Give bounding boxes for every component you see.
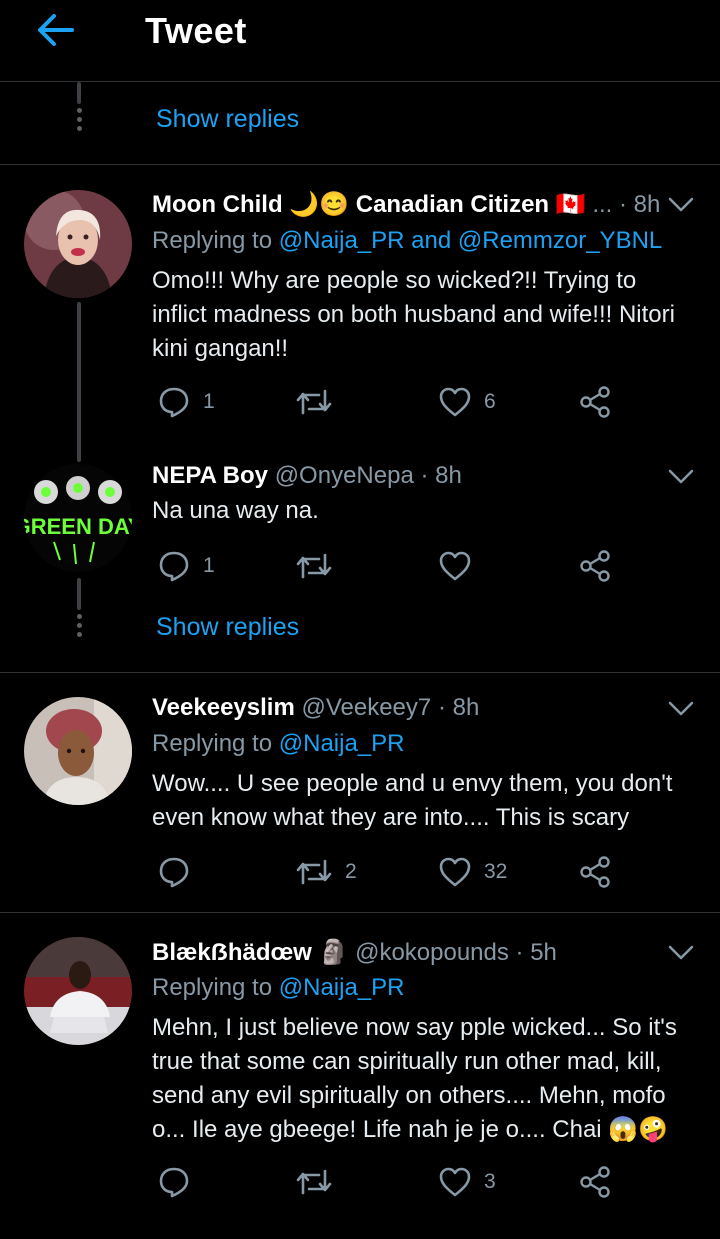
- show-replies-link[interactable]: Show replies: [156, 105, 299, 134]
- display-name[interactable]: Moon Child 🌙😊 Canadian Citizen 🇨🇦: [152, 191, 586, 218]
- like-count: 6: [484, 390, 496, 413]
- share-icon: [580, 386, 610, 418]
- retweet-icon: [296, 553, 332, 579]
- reply-button[interactable]: 1: [157, 549, 215, 583]
- display-name[interactable]: Veekeeyslim: [152, 694, 295, 721]
- tweet-header: Blækẞhädœw 🗿 @kokopounds · 5h: [152, 938, 557, 967]
- tweet-text: Na una way na.: [152, 497, 319, 524]
- retweet-button[interactable]: [295, 1165, 345, 1199]
- replying-to-label: Replying to: [152, 974, 279, 1001]
- retweet-icon: [296, 859, 332, 885]
- reply-button[interactable]: 1: [157, 385, 215, 419]
- avatar-logo-text: GREEN DAY: [24, 514, 132, 539]
- share-button[interactable]: [579, 855, 611, 889]
- replying-to: Replying to @Naija_PR and @Remmzor_YBNL: [152, 227, 662, 255]
- share-button[interactable]: [579, 385, 611, 419]
- chevron-down-icon[interactable]: [668, 468, 694, 486]
- handle: ...: [592, 191, 613, 218]
- replying-to: Replying to @Naija_PR: [152, 730, 405, 758]
- timestamp: · 8h: [619, 191, 661, 218]
- divider: [0, 672, 720, 673]
- reply-button[interactable]: [157, 855, 203, 889]
- replying-to-label: Replying to: [152, 730, 279, 757]
- tweet-header: NEPA Boy @OnyeNepa · 8h: [152, 462, 462, 490]
- replying-to-label: Replying to: [152, 227, 279, 254]
- like-count: 32: [484, 860, 508, 883]
- reply-count: 1: [203, 554, 215, 577]
- heart-icon: [439, 1167, 471, 1197]
- display-name[interactable]: NEPA Boy: [152, 462, 268, 489]
- divider: [0, 164, 720, 165]
- tweet-text: Mehn, I just believe now say pple wicked…: [152, 1014, 677, 1143]
- share-icon: [580, 856, 610, 888]
- share-button[interactable]: [579, 1165, 611, 1199]
- arrow-left-icon[interactable]: [34, 10, 78, 50]
- retweet-button[interactable]: [295, 549, 345, 583]
- display-name[interactable]: Blækẞhädœw 🗿: [152, 939, 348, 966]
- timestamp: · 8h: [420, 462, 462, 489]
- tweet-text: Omo!!! Why are people so wicked?!! Tryin…: [152, 267, 675, 362]
- heart-icon: [439, 551, 471, 581]
- speech-bubble-icon: [159, 551, 189, 582]
- thread-more-dots: [75, 108, 83, 135]
- chevron-down-icon[interactable]: [668, 944, 694, 962]
- reply-count: 1: [203, 390, 215, 413]
- heart-icon: [439, 857, 471, 887]
- show-replies-link[interactable]: Show replies: [156, 613, 299, 642]
- timestamp: · 5h: [515, 939, 557, 966]
- retweet-button[interactable]: [295, 385, 345, 419]
- avatar[interactable]: [24, 697, 132, 805]
- handle: @kokopounds: [355, 939, 509, 966]
- like-button[interactable]: [438, 549, 484, 583]
- handle: @Veekeey7: [301, 694, 432, 721]
- like-button[interactable]: 32: [438, 855, 507, 889]
- timestamp: · 8h: [437, 694, 480, 721]
- avatar[interactable]: [24, 190, 132, 298]
- thread-connector-line: [77, 302, 81, 462]
- tweet-text: Wow.... U see people and u envy them, yo…: [152, 770, 673, 831]
- share-icon: [580, 550, 610, 582]
- speech-bubble-icon: [159, 857, 189, 888]
- retweet-count: 2: [345, 860, 357, 883]
- tweet-header: Moon Child 🌙😊 Canadian Citizen 🇨🇦 ... · …: [152, 190, 660, 219]
- avatar[interactable]: GREEN DAY: [24, 464, 132, 572]
- like-button[interactable]: 6: [438, 385, 496, 419]
- divider: [0, 912, 720, 913]
- tweet-header: Veekeeyslim @Veekeey7 · 8h: [152, 694, 479, 722]
- chevron-down-icon[interactable]: [668, 196, 694, 214]
- share-button[interactable]: [579, 549, 611, 583]
- avatar[interactable]: [24, 937, 132, 1045]
- handle: @OnyeNepa: [274, 462, 414, 489]
- retweet-icon: [296, 389, 332, 415]
- share-icon: [580, 1166, 610, 1198]
- thread-connector-line: [77, 82, 81, 104]
- replying-to: Replying to @Naija_PR: [152, 974, 405, 1002]
- chevron-down-icon[interactable]: [668, 700, 694, 718]
- top-app-bar: Tweet: [0, 0, 720, 82]
- thread-more-dots: [75, 614, 83, 641]
- retweet-button[interactable]: 2: [295, 855, 357, 889]
- mention-link[interactable]: @Naija_PR: [279, 730, 405, 757]
- heart-icon: [439, 387, 471, 417]
- retweet-icon: [296, 1169, 332, 1195]
- mention-link[interactable]: @Naija_PR and @Remmzor_YBNL: [279, 227, 663, 254]
- thread-connector-line: [77, 578, 81, 610]
- page-title: Tweet: [145, 10, 247, 51]
- speech-bubble-icon: [159, 387, 189, 418]
- like-count: 3: [484, 1170, 496, 1193]
- like-button[interactable]: 3: [438, 1165, 496, 1199]
- mention-link[interactable]: @Naija_PR: [279, 974, 405, 1001]
- reply-button[interactable]: [157, 1165, 203, 1199]
- speech-bubble-icon: [159, 1167, 189, 1198]
